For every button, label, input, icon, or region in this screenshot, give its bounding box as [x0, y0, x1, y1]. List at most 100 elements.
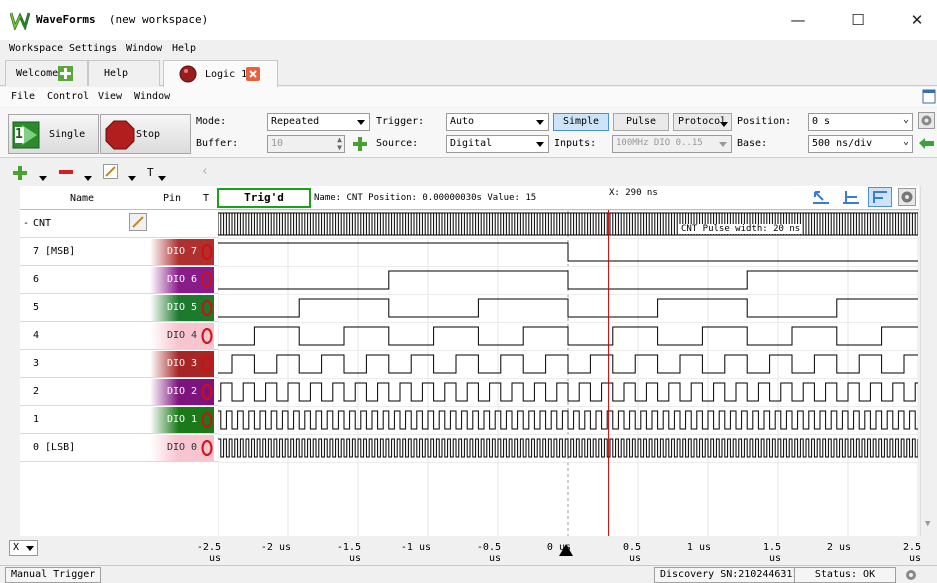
signal-row[interactable]: 0 [LSB] DIO 0 [20, 434, 218, 462]
trigger-condition-icon[interactable] [201, 355, 213, 373]
menu-window-sub[interactable]: Window [134, 91, 170, 102]
signal-row[interactable]: 7 [MSB] DIO 7 [20, 238, 218, 266]
stop-button[interactable]: Stop [100, 114, 191, 154]
trigger-select[interactable]: Auto [446, 113, 549, 131]
signal-row[interactable]: 2 DIO 2 [20, 378, 218, 406]
trigger-condition-icon[interactable] [201, 383, 213, 401]
signal-name: 1 [33, 414, 40, 425]
tab-logic-1-label: Logic 1 [205, 69, 248, 80]
channel-toolbar [0, 160, 937, 185]
signal-waveform [218, 410, 918, 430]
cursor-x-readout: X: 290 ns [609, 188, 658, 198]
menu-view[interactable]: View [98, 91, 122, 102]
menu-settings[interactable]: Settings [69, 43, 117, 54]
base-label: Base: [737, 138, 768, 149]
view-settings-gear-icon[interactable] [898, 188, 916, 206]
buffer-value: 10 [271, 138, 284, 149]
signal-row[interactable]: 5 DIO 5 [20, 294, 218, 322]
signal-name: 5 [33, 302, 40, 313]
tab-welcome[interactable]: Welcome [5, 60, 88, 86]
bus-row[interactable]: - CNT [20, 210, 218, 238]
menu-window[interactable]: Window [126, 43, 162, 54]
menu-control[interactable]: Control [47, 91, 89, 102]
add-icon[interactable] [58, 66, 73, 81]
tab-help[interactable]: Help [88, 60, 160, 86]
inputs-label: Inputs: [554, 138, 597, 149]
maximize-button[interactable]: ☐ [838, 6, 878, 34]
pulse-trigger-button[interactable]: Pulse [613, 113, 669, 131]
stepper-arrows-icon[interactable]: ▲ ▼ [337, 136, 342, 152]
trigger-condition-icon[interactable] [201, 271, 213, 289]
edit-bus-icon[interactable] [129, 213, 147, 231]
mode-select[interactable]: Repeated [267, 113, 370, 131]
signal-name: 4 [33, 330, 40, 341]
chevron-down-icon[interactable] [84, 176, 92, 181]
simple-trigger-button[interactable]: Simple [553, 113, 609, 131]
bus-collapse-toggle[interactable]: - [23, 218, 29, 229]
axis-unit-select[interactable]: X [9, 540, 38, 556]
single-button[interactable]: 1 Single [8, 114, 99, 154]
bus-transitions [218, 213, 918, 235]
device-info: Discovery SN:210244631198 [654, 567, 817, 583]
edit-channel-icon[interactable] [103, 164, 118, 179]
trigger-condition-icon[interactable] [201, 243, 213, 261]
align-top-icon[interactable] [868, 187, 892, 207]
vertical-scrollbar[interactable] [920, 186, 937, 536]
inputs-select[interactable]: 100MHz DIO 0..15 [612, 135, 732, 153]
close-button[interactable]: ✕ [897, 6, 937, 34]
window-title: WaveForms (new workspace) [36, 13, 208, 26]
base-field[interactable]: 500 ns/div ⌄ [808, 135, 913, 153]
mode-value: Repeated [271, 116, 320, 127]
chevron-down-icon: ⌄ [902, 114, 909, 125]
signal-row[interactable]: 1 DIO 1 [20, 406, 218, 434]
source-label: Source: [376, 138, 419, 149]
dock-icon[interactable] [922, 89, 936, 104]
cursor-arrow-icon[interactable] [812, 189, 830, 205]
remove-channel-icon[interactable] [58, 168, 74, 176]
arrow-left-icon[interactable] [918, 136, 935, 151]
signal-row[interactable]: 4 DIO 4 [20, 322, 218, 350]
signal-waveform [218, 242, 918, 262]
align-bottom-icon[interactable] [842, 189, 860, 205]
pin-column-header: Pin [163, 193, 182, 204]
menu-workspace[interactable]: Workspace [9, 43, 63, 54]
tab-logic-1[interactable]: Logic 1 [163, 60, 278, 87]
chevron-down-icon: ⌄ [902, 136, 909, 147]
trigger-column-toggle[interactable]: T [147, 166, 154, 179]
buffer-label: Buffer: [196, 138, 239, 149]
chevron-down-icon[interactable] [158, 176, 166, 181]
close-tab-icon[interactable] [246, 67, 260, 81]
signal-row[interactable]: 3 DIO 3 [20, 350, 218, 378]
trigger-condition-icon[interactable] [201, 411, 213, 429]
signal-row[interactable]: 6 DIO 6 [20, 266, 218, 294]
trigger-condition-icon[interactable] [201, 439, 213, 457]
chevron-down-icon [536, 142, 544, 147]
menu-file[interactable]: File [11, 91, 35, 102]
source-select[interactable]: Digital [446, 135, 549, 153]
waveform-plot[interactable] [218, 210, 918, 536]
protocol-trigger-button[interactable]: Protocol [673, 113, 732, 131]
trigger-condition-icon[interactable] [201, 299, 213, 317]
position-field[interactable]: 0 s ⌄ [808, 113, 913, 131]
add-channel-icon[interactable] [12, 165, 28, 181]
settings-gear-icon[interactable] [918, 112, 935, 129]
minimize-button[interactable]: — [778, 6, 818, 34]
manual-trigger-button[interactable]: Manual Trigger [5, 567, 102, 583]
waveforms-logo-icon [10, 12, 30, 30]
status-gear-icon[interactable] [902, 567, 920, 583]
base-value: 500 ns/div [812, 138, 873, 149]
logic-instrument-icon [179, 65, 197, 83]
trigger-condition-icon[interactable] [201, 327, 213, 345]
chevron-down-icon [536, 120, 544, 125]
add-buffer-icon[interactable] [352, 136, 368, 152]
chevron-down-icon [357, 120, 365, 125]
chevron-down-icon[interactable] [128, 176, 136, 181]
status-ok-badge: Status: OK [794, 567, 896, 583]
scroll-down-icon[interactable]: ▼ [925, 519, 930, 529]
buffer-stepper[interactable]: 10 ▲ ▼ [267, 135, 345, 153]
menu-help[interactable]: Help [172, 43, 196, 54]
chevron-down-icon[interactable] [39, 176, 47, 181]
cursor-info-text: Name: CNT Position: 0.00000030s Value: 1… [314, 193, 537, 203]
scroll-left-icon[interactable]: ‹ [201, 164, 209, 179]
trigger-position-marker-icon[interactable] [558, 543, 574, 557]
